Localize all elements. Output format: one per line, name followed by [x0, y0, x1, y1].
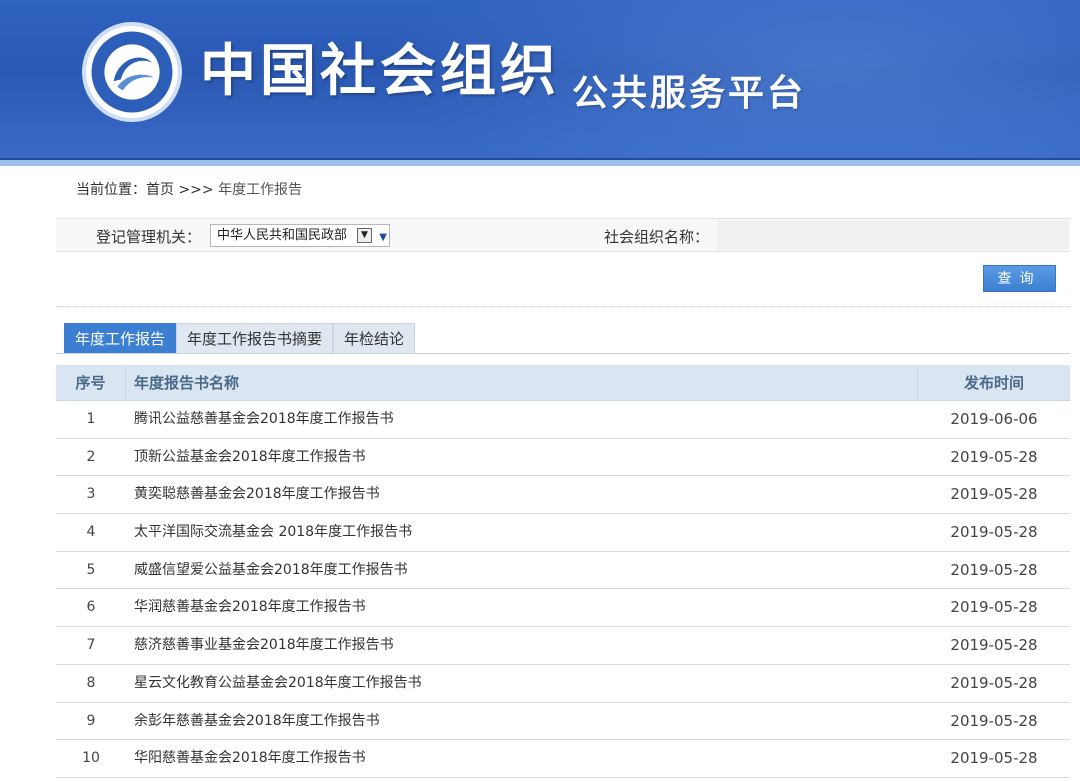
publish-date: 2019-05-28 — [950, 560, 1038, 579]
platform-title-main: 中国社会组织 — [200, 39, 560, 104]
report-link[interactable]: 星云文化教育公益基金会2018年度工作报告书 — [126, 665, 918, 702]
publish-date: 2019-05-28 — [950, 711, 1038, 730]
publish-date: 2019-05-28 — [950, 749, 1038, 768]
report-link[interactable]: 太平洋国际交流基金会 2018年度工作报告书 — [126, 514, 918, 551]
breadcrumb-current: 年度工作报告 — [218, 182, 303, 198]
table-row[interactable]: 9 余彭年慈善基金会2018年度工作报告书 2019-05-28 — [56, 702, 1070, 741]
tab-report-summary[interactable]: 年度工作报告书摘要 — [176, 323, 334, 354]
publish-date: 2019-06-06 — [950, 410, 1038, 428]
table-row[interactable]: 5 威盛信望爱公益基金会2018年度工作报告书 2019-05-28 — [56, 551, 1070, 590]
report-link[interactable]: 余彭年慈善基金会2018年度工作报告书 — [126, 703, 918, 740]
column-header-no: 序号 — [56, 365, 126, 400]
platform-title-sub: 公共服务平台 — [572, 73, 807, 114]
emblem-graphic — [91, 31, 173, 113]
row-no: 9 — [86, 712, 96, 729]
breadcrumb-separator: >>> — [174, 182, 219, 198]
table-row[interactable]: 3 黄奕聪慈善基金会2018年度工作报告书 2019-05-28 — [56, 476, 1070, 515]
publish-date: 2019-05-28 — [950, 485, 1038, 504]
authority-select[interactable]: 中华人民共和国民政部 ▼ ▼ — [210, 224, 390, 247]
breadcrumb-home-link[interactable]: 首页 — [146, 182, 174, 198]
report-tabs: 年度工作报告 年度工作报告书摘要 年检结论 — [64, 323, 416, 354]
authority-select-value: 中华人民共和国民政部 — [217, 228, 348, 243]
table-row[interactable]: 10 华阳慈善基金会2018年度工作报告书 2019-05-28 — [56, 740, 1070, 778]
publish-date: 2019-05-28 — [950, 447, 1038, 466]
publish-date: 2019-05-28 — [950, 636, 1038, 655]
row-no: 8 — [86, 674, 96, 691]
dropdown-button-icon[interactable]: ▼ — [357, 228, 372, 243]
report-link[interactable]: 黄奕聪慈善基金会2018年度工作报告书 — [126, 476, 918, 513]
column-header-name: 年度报告书名称 — [126, 365, 918, 400]
publish-date: 2019-05-28 — [950, 598, 1038, 617]
row-no: 4 — [86, 524, 96, 541]
column-header-date: 发布时间 — [963, 374, 1024, 392]
report-link[interactable]: 华润慈善基金会2018年度工作报告书 — [126, 589, 918, 626]
tab-underline — [56, 353, 1070, 354]
filter-bar: 登记管理机关： 中华人民共和国民政部 ▼ ▼ 社会组织名称： — [56, 218, 1070, 252]
report-link[interactable]: 威盛信望爱公益基金会2018年度工作报告书 — [126, 552, 918, 589]
organization-emblem-icon — [82, 22, 182, 122]
row-no: 1 — [86, 411, 96, 427]
row-no: 5 — [86, 561, 96, 578]
row-no: 6 — [86, 599, 96, 616]
report-link[interactable]: 慈济慈善事业基金会2018年度工作报告书 — [126, 627, 918, 664]
table-row[interactable]: 2 顶新公益基金会2018年度工作报告书 2019-05-28 — [56, 438, 1070, 477]
report-link[interactable]: 腾讯公益慈善基金会2018年度工作报告书 — [126, 401, 918, 438]
report-table: 序号 年度报告书名称 发布时间 1 腾讯公益慈善基金会2018年度工作报告书 2… — [56, 365, 1070, 778]
breadcrumb: 当前位置：首页 >>> 年度工作报告 — [76, 180, 302, 200]
org-name-input[interactable] — [718, 221, 1068, 250]
dotted-divider — [56, 306, 1070, 307]
tab-inspection-result[interactable]: 年检结论 — [333, 323, 416, 354]
breadcrumb-prefix: 当前位置： — [76, 182, 146, 198]
table-header: 序号 年度报告书名称 发布时间 — [56, 365, 1070, 401]
banner-divider-light — [0, 160, 1080, 166]
header-banner: 中国社会组织 公共服务平台 — [0, 0, 1080, 160]
chevron-down-icon[interactable]: ▼ — [379, 227, 387, 248]
table-row[interactable]: 4 太平洋国际交流基金会 2018年度工作报告书 2019-05-28 — [56, 514, 1070, 552]
authority-label: 登记管理机关： — [96, 228, 202, 246]
row-no: 2 — [86, 448, 96, 465]
table-row[interactable]: 1 腾讯公益慈善基金会2018年度工作报告书 2019-06-06 — [56, 401, 1070, 439]
row-no: 10 — [82, 750, 100, 767]
tab-annual-report[interactable]: 年度工作报告 — [64, 323, 177, 354]
report-link[interactable]: 顶新公益基金会2018年度工作报告书 — [126, 439, 918, 476]
table-row[interactable]: 6 华润慈善基金会2018年度工作报告书 2019-05-28 — [56, 589, 1070, 628]
table-row[interactable]: 7 慈济慈善事业基金会2018年度工作报告书 2019-05-28 — [56, 627, 1070, 665]
query-button[interactable]: 查询 — [983, 265, 1056, 292]
row-no: 3 — [86, 486, 96, 503]
org-name-label: 社会组织名称： — [604, 228, 710, 246]
report-link[interactable]: 华阳慈善基金会2018年度工作报告书 — [126, 740, 918, 777]
row-no: 7 — [86, 637, 96, 654]
publish-date: 2019-05-28 — [950, 673, 1038, 692]
publish-date: 2019-05-28 — [950, 523, 1038, 542]
table-row[interactable]: 8 星云文化教育公益基金会2018年度工作报告书 2019-05-28 — [56, 664, 1070, 703]
